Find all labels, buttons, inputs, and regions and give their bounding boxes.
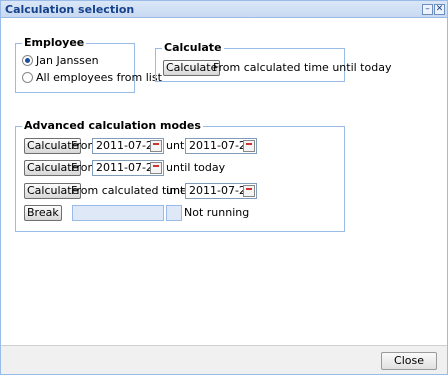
status-indicator bbox=[166, 205, 182, 221]
employee-group: Employee Jan Janssen All employees from … bbox=[15, 36, 162, 93]
window-title: Calculation selection bbox=[5, 3, 135, 16]
calendar-icon[interactable] bbox=[243, 140, 255, 152]
radio-unchecked-icon[interactable] bbox=[22, 72, 33, 83]
from-date-field[interactable]: 2011-07-26 bbox=[92, 138, 164, 154]
calculate-description: From calculated time until today bbox=[213, 61, 392, 74]
until-date-field[interactable]: 2011-07-26 bbox=[185, 138, 257, 154]
radio-label: Jan Janssen bbox=[36, 54, 99, 67]
radio-label: All employees from list bbox=[36, 71, 162, 84]
advanced-legend: Advanced calculation modes bbox=[22, 119, 203, 132]
dialog-body: Employee Jan Janssen All employees from … bbox=[5, 22, 443, 341]
status-text: Not running bbox=[184, 206, 250, 219]
progress-bar bbox=[72, 205, 164, 221]
dialog-footer: Close bbox=[1, 345, 447, 374]
employee-legend: Employee bbox=[22, 36, 87, 49]
calendar-icon[interactable] bbox=[150, 140, 162, 152]
close-icon[interactable]: ✕ bbox=[434, 4, 445, 15]
radio-checked-icon[interactable] bbox=[22, 55, 33, 66]
radio-all-employees[interactable]: All employees from list bbox=[22, 71, 162, 85]
until-date-field[interactable]: 2011-07-26 bbox=[185, 183, 257, 199]
calendar-icon[interactable] bbox=[243, 185, 255, 197]
from-date-field[interactable]: 2011-07-26 bbox=[92, 160, 164, 176]
minimize-icon[interactable]: – bbox=[422, 4, 433, 15]
calendar-icon[interactable] bbox=[150, 162, 162, 174]
close-button[interactable]: Close bbox=[381, 352, 437, 370]
calculation-selection-window: Calculation selection – ✕ Employee Jan J… bbox=[0, 0, 448, 375]
title-bar: Calculation selection – ✕ bbox=[1, 1, 447, 18]
radio-jan-janssen[interactable]: Jan Janssen bbox=[22, 54, 99, 68]
until-today-label: until today bbox=[166, 161, 226, 174]
advanced-calculation-group: Advanced calculation modes Calculate Fro… bbox=[15, 119, 345, 232]
calculate-legend: Calculate bbox=[162, 41, 224, 54]
calculate-button[interactable]: Calculate bbox=[163, 60, 221, 76]
break-button[interactable]: Break bbox=[24, 205, 62, 221]
calculate-group: Calculate Calculate From calculated time… bbox=[155, 41, 391, 82]
